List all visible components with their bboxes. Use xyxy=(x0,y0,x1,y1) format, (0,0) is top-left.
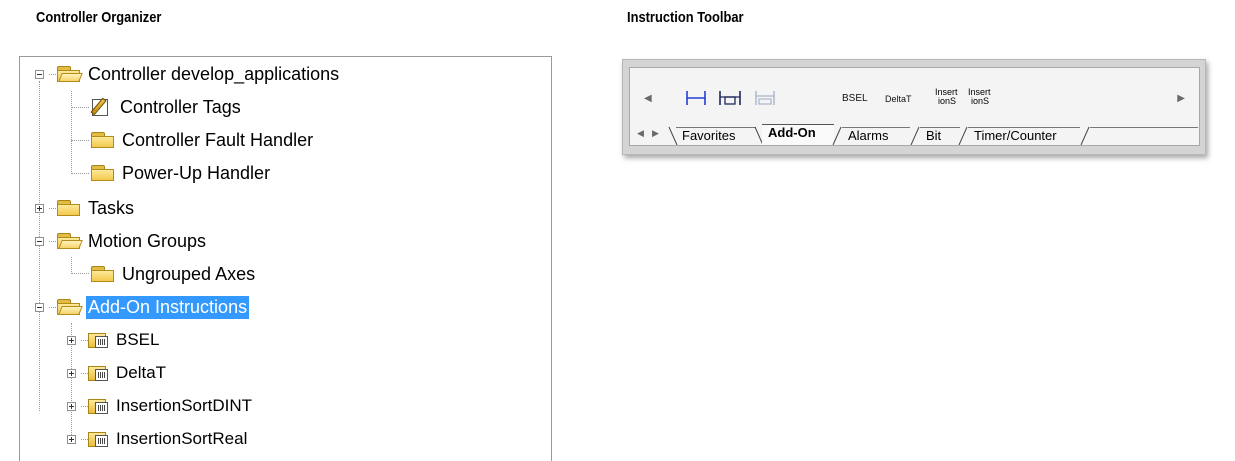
expand-insertionsortreal-icon[interactable] xyxy=(67,435,76,444)
tree-connector xyxy=(39,81,40,411)
tab-timer-counter[interactable]: Timer/Counter xyxy=(968,127,1080,145)
tree-connector xyxy=(71,257,72,272)
tree-item-label: Controller Tags xyxy=(120,96,241,117)
tree-item-bsel[interactable]: BSEL xyxy=(88,325,161,355)
folder-icon xyxy=(90,131,116,149)
tab-alarms[interactable]: Alarms xyxy=(842,127,910,145)
tree-item-controller[interactable]: Controller develop_applications xyxy=(56,59,341,89)
collapse-add-on-instructions-icon[interactable] xyxy=(35,303,44,312)
folder-icon xyxy=(90,164,116,182)
tree-item-label: Tasks xyxy=(88,197,135,218)
collapse-controller-icon[interactable] xyxy=(35,70,44,79)
expand-insertionsortdint-icon[interactable] xyxy=(67,402,76,411)
tree-item-label: InsertionSortDINT xyxy=(116,396,253,415)
tree-item-controller-tags[interactable]: Controller Tags xyxy=(90,92,243,122)
tree-item-motion-groups[interactable]: Motion Groups xyxy=(56,226,208,256)
controller-tags-icon xyxy=(90,97,112,117)
tab-divider xyxy=(958,126,968,145)
add-on-instruction-icon xyxy=(88,397,110,415)
button-label-line: ionS xyxy=(971,96,990,106)
tree-connector xyxy=(71,91,72,172)
tree-item-label: Motion Groups xyxy=(88,230,207,251)
tab-favorites[interactable]: Favorites xyxy=(676,127,756,145)
collapse-motion-groups-icon[interactable] xyxy=(35,237,44,246)
insertionsort-real-button[interactable]: Insert ionS xyxy=(968,88,991,106)
tab-scroll-left-icon[interactable]: ◀ xyxy=(637,128,644,139)
tree-item-label: Controller Fault Handler xyxy=(122,129,314,150)
tree-item-label: Ungrouped Axes xyxy=(122,263,256,284)
instruction-toolbar-caption: Instruction Toolbar xyxy=(627,9,744,26)
expand-bsel-icon[interactable] xyxy=(67,336,76,345)
instruction-tab-bar: ◀ ▶ Favorites Add-On Alarms Bit Timer/Co… xyxy=(630,123,1199,145)
tree-item-tasks[interactable]: Tasks xyxy=(56,193,136,223)
folder-open-icon xyxy=(56,298,83,316)
tree-item-power-up-handler[interactable]: Power-Up Handler xyxy=(90,158,272,188)
tree-item-label: DeltaT xyxy=(116,363,167,382)
tree-item-ungrouped-axes[interactable]: Ungrouped Axes xyxy=(90,259,257,289)
scroll-right-icon[interactable]: ▶ xyxy=(1177,93,1185,104)
controller-organizer-caption: Controller Organizer xyxy=(36,9,162,26)
tree-item-controller-fault-handler[interactable]: Controller Fault Handler xyxy=(90,125,315,155)
tree-item-label: BSEL xyxy=(116,330,160,349)
tree-item-add-on-instructions[interactable]: Add-On Instructions xyxy=(56,292,250,322)
add-on-instruction-icon xyxy=(88,430,110,448)
button-label-line: ionS xyxy=(938,96,957,106)
folder-open-icon xyxy=(56,65,83,83)
rung-icon[interactable] xyxy=(685,89,707,107)
scroll-left-icon[interactable]: ◀ xyxy=(644,93,652,104)
tab-scroll-right-icon[interactable]: ▶ xyxy=(652,128,659,139)
expand-tasks-icon[interactable] xyxy=(35,204,44,213)
tree-item-label: InsertionSortReal xyxy=(116,429,248,448)
add-on-instruction-icon xyxy=(88,364,110,382)
instruction-toolbar: ◀ ▶ BSEL DeltaT Insert ionS Insert ionS … xyxy=(622,59,1206,155)
add-on-instruction-icon xyxy=(88,331,110,349)
insertionsort-dint-button[interactable]: Insert ionS xyxy=(935,88,958,106)
branch-level-icon[interactable] xyxy=(754,89,776,107)
tree-item-label: Controller develop_applications xyxy=(88,63,340,84)
deltat-instruction-button[interactable]: DeltaT xyxy=(885,95,912,104)
instruction-toolbar-panel: ◀ ▶ BSEL DeltaT Insert ionS Insert ionS … xyxy=(629,67,1200,146)
tree-item-deltat[interactable]: DeltaT xyxy=(88,358,168,388)
tab-divider xyxy=(1080,126,1090,145)
controller-organizer-tree[interactable]: Controller develop_applications Controll… xyxy=(19,56,552,461)
tab-bit[interactable]: Bit xyxy=(920,127,960,145)
tab-bar-edge xyxy=(1090,127,1198,128)
folder-icon xyxy=(56,199,82,217)
expand-deltat-icon[interactable] xyxy=(67,369,76,378)
folder-icon xyxy=(90,265,116,283)
bsel-instruction-button[interactable]: BSEL xyxy=(842,94,868,104)
tree-item-label-selected: Add-On Instructions xyxy=(86,295,250,319)
tab-divider xyxy=(832,126,842,145)
folder-open-icon xyxy=(56,232,83,250)
tab-add-on[interactable]: Add-On xyxy=(762,124,834,145)
tree-item-insertionsortreal[interactable]: InsertionSortReal xyxy=(88,424,249,454)
tab-divider xyxy=(910,126,920,145)
tree-item-insertionsortdint[interactable]: InsertionSortDINT xyxy=(88,391,254,421)
tree-item-label: Power-Up Handler xyxy=(122,162,271,183)
branch-icon[interactable] xyxy=(718,89,742,107)
